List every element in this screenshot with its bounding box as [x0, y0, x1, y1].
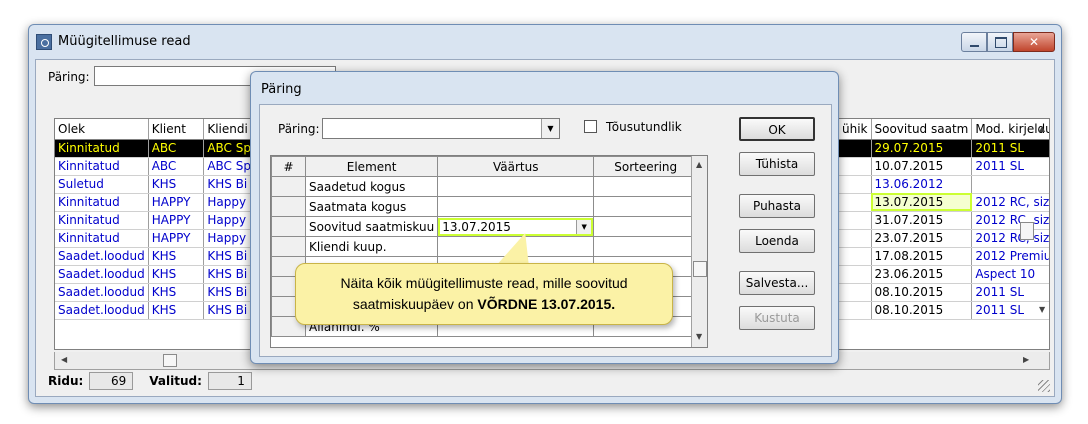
column-header-kliendi[interactable]: Kliendi	[203, 119, 255, 140]
grid-left-columns: Olek Klient Kliendi Kinnitatud ABC ABC Sp …	[55, 119, 255, 320]
window-title: Müügitellimuse read	[58, 34, 191, 49]
column-header-sort: Sorteering	[593, 156, 699, 177]
rows-label: Ridu:	[48, 374, 84, 388]
table-row[interactable]: Soovitud saatmiskuu 13.07.2015 ▼	[271, 216, 699, 237]
scroll-thumb[interactable]	[163, 354, 177, 367]
chevron-down-icon[interactable]: ▼	[576, 219, 592, 234]
callout-line-1: Näita kõik müügitellimuste read, mille s…	[340, 275, 628, 291]
maximize-button[interactable]	[987, 32, 1013, 52]
table-row[interactable]: Kinnitatud HAPPY Happy	[55, 211, 255, 230]
scroll-up-icon[interactable]: ▲	[1039, 124, 1045, 133]
table-row[interactable]: Saadetud kogus	[271, 176, 699, 197]
callout-line-2: saatmiskuupäev on VÕRDNE 13.07.2015.	[352, 296, 616, 312]
table-row[interactable]: Saadet.loodud KHS KHS Bi	[55, 247, 255, 266]
table-row[interactable]: Suletud KHS KHS Bi	[55, 175, 255, 194]
scroll-thumb[interactable]	[693, 261, 707, 277]
annotation-callout: Näita kõik müügitellimuste read, mille s…	[295, 263, 673, 325]
case-sensitive-label: Tõusutundlik	[606, 120, 682, 134]
selected-label: Valitud:	[149, 374, 202, 388]
app-icon	[36, 34, 52, 50]
window-controls: ✕	[961, 32, 1055, 52]
ok-button[interactable]: OK	[739, 117, 815, 141]
column-header-soovitud[interactable]: Soovitud saatm	[871, 119, 973, 140]
dialog-query-label: Päring:	[278, 122, 320, 136]
delete-button: Kustuta	[739, 306, 815, 330]
clear-button[interactable]: Puhasta	[739, 194, 815, 218]
table-row[interactable]: Saadet.loodud KHS KHS Bi	[55, 265, 255, 284]
scroll-down-icon[interactable]: ▼	[696, 332, 702, 341]
column-header-klient[interactable]: Klient	[148, 119, 205, 140]
selected-count: 1	[207, 372, 252, 390]
column-header-olek[interactable]: Olek	[55, 119, 149, 140]
table-row[interactable]: Saatmata kogus	[271, 196, 699, 217]
column-header-value: Väärtus	[437, 156, 595, 177]
save-button[interactable]: Salvesta...	[739, 271, 815, 295]
query-label: Päring:	[48, 70, 90, 84]
chevron-down-icon[interactable]: ▼	[541, 119, 559, 138]
case-sensitive-checkbox[interactable]	[584, 120, 597, 133]
scroll-down-icon[interactable]: ▼	[1039, 305, 1045, 314]
table-row[interactable]: Kinnitatud ABC ABC Sp	[55, 157, 255, 176]
table-row[interactable]: Kinnitatud HAPPY Happy	[55, 193, 255, 212]
cancel-button[interactable]: Tühista	[739, 152, 815, 176]
criteria-scrollbar[interactable]: ▲ ▼	[691, 156, 707, 347]
highlighted-date-cell: 13.07.2015	[871, 193, 973, 212]
list-button[interactable]: Loenda	[739, 229, 815, 253]
resize-grip-icon[interactable]	[1038, 380, 1050, 392]
table-row[interactable]: Kinnitatud ABC ABC Sp	[55, 139, 255, 158]
column-header-element: Element	[304, 156, 439, 177]
scroll-thumb[interactable]	[1020, 222, 1034, 240]
table-row[interactable]: Saadet.loodud KHS KHS Bi	[55, 301, 255, 320]
dialog-query-select[interactable]: ▼	[322, 118, 560, 139]
minimize-button[interactable]	[961, 32, 987, 52]
rows-count: 69	[89, 372, 134, 390]
column-header-uhik[interactable]: ühik	[839, 119, 872, 140]
scroll-up-icon[interactable]: ▲	[696, 160, 702, 169]
title-bar[interactable]: Müügitellimuse read ✕	[29, 25, 1061, 59]
table-row[interactable]: Kliendi kuup.	[271, 236, 699, 257]
table-row[interactable]: Kinnitatud HAPPY Happy	[55, 229, 255, 248]
column-header-number: #	[271, 156, 306, 177]
scroll-right-icon[interactable]: ▶	[1023, 355, 1029, 364]
scroll-left-icon[interactable]: ◀	[61, 355, 67, 364]
grid-vertical-scrollbar[interactable]	[1018, 118, 1036, 370]
close-button[interactable]: ✕	[1013, 32, 1055, 52]
dialog-title: Päring	[261, 82, 302, 97]
table-row[interactable]: Saadet.loodud KHS KHS Bi	[55, 283, 255, 302]
status-bar: Ridu: 69 Valitud: 1	[48, 370, 268, 392]
